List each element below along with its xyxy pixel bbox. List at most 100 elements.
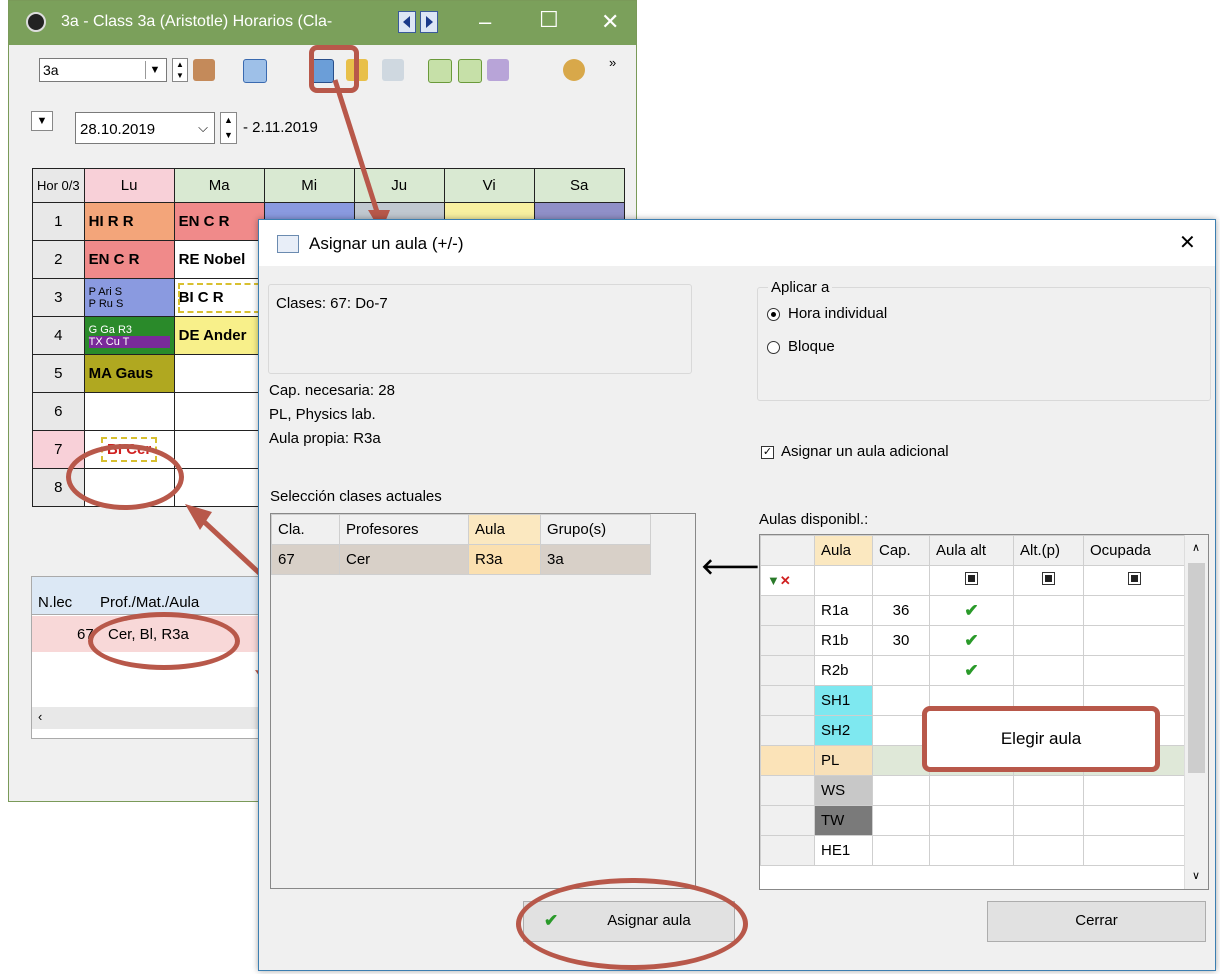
table-cell <box>929 835 1014 866</box>
table-row[interactable]: HE1 <box>760 835 1185 866</box>
filter-checkbox[interactable] <box>1083 565 1185 596</box>
assign-room-dialog: Asignar un aula (+/-) ✕ Clases: 67: Do-7… <box>258 219 1216 971</box>
column-header[interactable]: Cap. <box>872 535 930 566</box>
checkmark-icon: ✔ <box>964 630 979 650</box>
table-cell <box>1013 805 1084 836</box>
table-cell <box>1013 655 1084 686</box>
column-header[interactable]: Profesores <box>339 514 469 545</box>
filter-row: ▼✕ <box>760 565 1185 596</box>
table-cell: HE1 <box>814 835 873 866</box>
available-rooms-table: Aula Cap. Aula alt Alt.(p) Ocupada ▼✕ R1… <box>760 535 1185 866</box>
table-cell <box>1083 835 1185 866</box>
table-cell <box>760 805 815 836</box>
highlight-toolbar-button <box>309 45 359 93</box>
table-row[interactable]: R2b ✔ <box>760 655 1185 686</box>
table-cell <box>872 685 930 716</box>
room-name: HE1 <box>821 842 851 859</box>
filter-checkbox[interactable] <box>929 565 1014 596</box>
table-cell <box>1013 595 1084 626</box>
table-cell: R1a <box>814 595 873 626</box>
table-cell: R3a <box>468 544 541 575</box>
table-cell: SH1 <box>814 685 873 716</box>
table-cell <box>929 775 1014 806</box>
dialog-titlebar[interactable]: Asignar un aula (+/-) ✕ <box>259 220 1215 266</box>
table-cell <box>760 595 815 626</box>
column-header[interactable]: Grupo(s) <box>540 514 651 545</box>
highlight-lesson-list <box>88 612 240 670</box>
room-name: PL <box>821 752 840 769</box>
table-row[interactable]: R1a 36 ✔ <box>760 595 1185 626</box>
table-row[interactable]: 67 Cer R3a 3a <box>271 544 651 575</box>
highlight-assign-button <box>516 878 748 970</box>
table-cell <box>872 835 930 866</box>
close-icon[interactable]: ✕ <box>1179 230 1196 255</box>
highlight-lesson-cell <box>66 444 184 510</box>
room-name: TW <box>821 812 845 829</box>
room-name: R1b <box>821 632 849 649</box>
table-cell <box>1013 775 1084 806</box>
table-cell: Cer <box>339 544 469 575</box>
available-rooms-heading: Aulas disponibl.: <box>759 511 869 528</box>
room-name: SH2 <box>821 722 851 739</box>
apply-to-group: Aplicar a Hora individual Bloque <box>757 279 1211 401</box>
table-cell <box>760 655 815 686</box>
radio-label: Hora individual <box>788 305 888 322</box>
table-cell <box>1083 655 1185 686</box>
chevron-up-icon[interactable]: ∧ <box>1192 541 1200 554</box>
column-header[interactable]: Ocupada <box>1083 535 1185 566</box>
window-icon <box>277 235 299 253</box>
table-cell: 30 <box>872 625 930 656</box>
filter-cell[interactable] <box>872 565 930 596</box>
table-cell <box>760 625 815 656</box>
table-cell: 67 <box>271 544 340 575</box>
column-header[interactable]: Aula alt <box>929 535 1014 566</box>
scrollbar-thumb[interactable] <box>1188 563 1205 773</box>
filter-cell[interactable] <box>814 565 873 596</box>
table-cell: 3a <box>540 544 651 575</box>
table-cell: R1b <box>814 625 873 656</box>
column-header[interactable]: Aula <box>468 514 541 545</box>
filter-cell[interactable]: ▼✕ <box>760 565 815 596</box>
table-cell <box>1083 775 1185 806</box>
room-name: SH1 <box>821 692 851 709</box>
table-row[interactable]: TW <box>760 805 1185 836</box>
table-cell: ✔ <box>929 625 1014 656</box>
table-cell <box>760 685 815 716</box>
arrow-left-icon[interactable]: 🡐 <box>701 554 760 580</box>
table-cell: 36 <box>872 595 930 626</box>
table-row[interactable]: WS <box>760 775 1185 806</box>
additional-room-checkbox[interactable]: ✓ <box>761 446 774 459</box>
table-cell <box>760 775 815 806</box>
table-cell <box>760 835 815 866</box>
table-cell <box>1013 835 1084 866</box>
room-capacity: 36 <box>892 602 910 619</box>
column-header[interactable]: Cla. <box>271 514 340 545</box>
table-cell <box>929 805 1014 836</box>
table-cell <box>1083 625 1185 656</box>
table-cell <box>872 655 930 686</box>
table-cell: WS <box>814 775 873 806</box>
column-header[interactable]: Alt.(p) <box>1013 535 1084 566</box>
radio-single-hour[interactable] <box>767 308 780 321</box>
column-header[interactable]: Aula <box>814 535 873 566</box>
arrow-line <box>332 79 381 216</box>
column-header <box>760 535 815 566</box>
apply-to-legend: Aplicar a <box>768 279 833 296</box>
table-cell: R2b <box>814 655 873 686</box>
table-cell: ✔ <box>929 655 1014 686</box>
table-cell <box>1083 805 1185 836</box>
close-button[interactable]: Cerrar <box>987 901 1206 942</box>
chevron-down-icon[interactable]: ∨ <box>1192 869 1200 882</box>
required-capacity: Cap. necesaria: 28 <box>269 382 395 399</box>
close-button-label: Cerrar <box>1075 912 1118 929</box>
table-cell <box>872 715 930 746</box>
vertical-scrollbar[interactable]: ∧ ∨ <box>1184 535 1208 889</box>
clear-filter-icon[interactable]: ✕ <box>780 573 791 588</box>
filter-checkbox[interactable] <box>1013 565 1084 596</box>
room-name: WS <box>821 782 846 799</box>
room-info: PL, Physics lab. <box>269 406 376 423</box>
radio-block[interactable] <box>767 341 780 354</box>
filter-icon[interactable]: ▼ <box>767 573 780 588</box>
table-cell <box>760 715 815 746</box>
table-row[interactable]: R1b 30 ✔ <box>760 625 1185 656</box>
